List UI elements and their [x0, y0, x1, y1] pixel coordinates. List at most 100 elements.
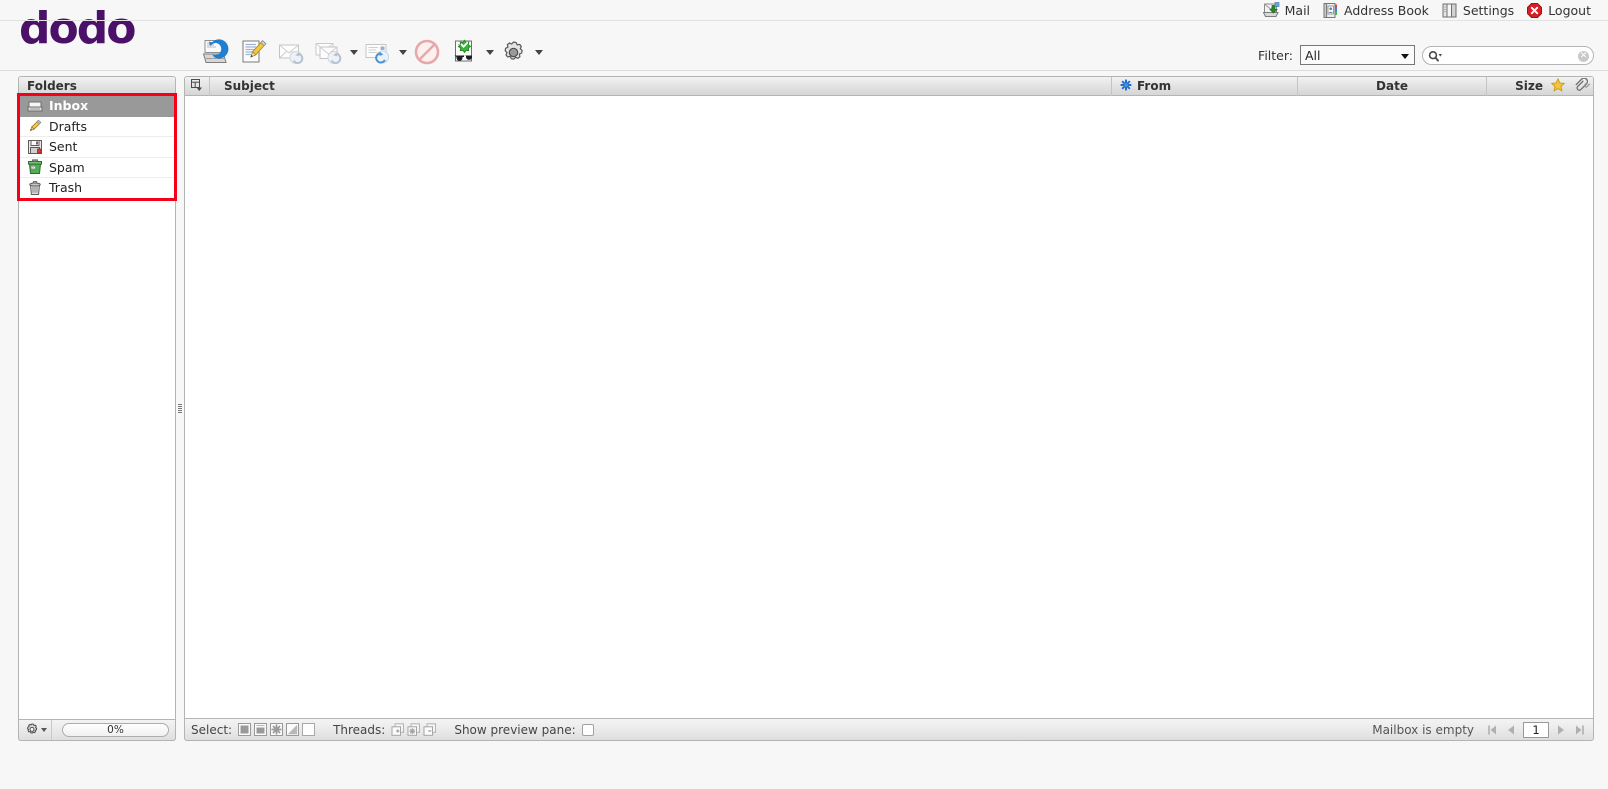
sent-disk-icon	[27, 139, 43, 155]
paperclip-icon	[1573, 77, 1590, 95]
last-page-button[interactable]	[1573, 722, 1587, 738]
thread-toggle-icon	[190, 78, 204, 95]
compose-button[interactable]	[234, 34, 272, 70]
next-page-button[interactable]	[1554, 722, 1568, 738]
sidebar-item-label: Inbox	[49, 98, 89, 114]
expand-all-icon[interactable]	[391, 723, 405, 736]
logout-icon	[1526, 2, 1543, 19]
threads-label: Threads:	[333, 722, 386, 737]
delete-button[interactable]	[408, 34, 446, 70]
mark-button[interactable]	[446, 34, 484, 70]
search-area: Filter: All ✕	[1258, 44, 1594, 66]
folder-panel: Folders Inbox Drafts Sent Spam Trash	[18, 76, 176, 741]
folder-actions-button[interactable]	[25, 720, 52, 740]
sidebar-item-label: Trash	[49, 180, 83, 196]
select-unread-icon[interactable]	[270, 723, 284, 736]
column-threads-toggle[interactable]	[185, 77, 209, 96]
taskbar-item-label: Settings	[1462, 2, 1515, 18]
first-page-button[interactable]	[1485, 722, 1499, 738]
thread-buttons-group	[391, 723, 437, 736]
mark-dropdown-arrow[interactable]	[484, 34, 495, 70]
taskbar-item-label: Address Book	[1344, 2, 1429, 18]
taskbar-item-logout[interactable]: Logout	[1523, 0, 1600, 20]
reply-all-button[interactable]	[310, 34, 348, 70]
column-date-label: Date	[1376, 79, 1408, 93]
message-list-header: Subject From Date Size	[185, 76, 1593, 96]
sidebar-item-drafts[interactable]: Drafts	[19, 116, 175, 137]
column-flag[interactable]	[1547, 77, 1569, 96]
message-count-status: Mailbox is empty	[1372, 722, 1474, 737]
inbox-tray-icon	[27, 98, 43, 114]
sidebar-item-label: Spam	[49, 159, 85, 175]
collapse-all-icon[interactable]	[423, 723, 437, 736]
column-size[interactable]: Size	[1487, 77, 1547, 96]
folder-items: Inbox Drafts Sent Spam Trash	[19, 96, 175, 199]
delete-prohibited-icon	[413, 38, 441, 66]
filter-select-value: All	[1305, 47, 1321, 63]
select-none-icon[interactable]	[302, 723, 316, 736]
column-attachment[interactable]	[1569, 77, 1593, 96]
search-field[interactable]: ✕	[1422, 45, 1594, 66]
taskbar: Mail Address Book Settings Logout	[1260, 0, 1600, 20]
select-all-icon[interactable]	[238, 723, 252, 736]
mail-toolbar	[196, 33, 544, 71]
prev-page-button[interactable]	[1504, 722, 1518, 738]
folder-panel-footer: 0%	[18, 719, 176, 741]
reply-all-dropdown-arrow[interactable]	[348, 34, 359, 70]
refresh-inbox-icon	[201, 38, 229, 66]
quota-text: 0%	[107, 724, 124, 736]
forward-dropdown-arrow[interactable]	[397, 34, 408, 70]
taskbar-divider	[0, 20, 1608, 21]
quota-indicator[interactable]: 0%	[62, 723, 169, 737]
taskbar-item-label: Mail	[1284, 2, 1311, 18]
column-size-label: Size	[1515, 79, 1543, 93]
star-flag-icon	[1550, 77, 1566, 95]
splitter-handle[interactable]	[178, 404, 182, 413]
chevron-down-icon	[1401, 54, 1409, 59]
app-logo: dodo	[19, 3, 136, 54]
forward-envelope-icon	[364, 38, 392, 66]
forward-button[interactable]	[359, 34, 397, 70]
sidebar-item-inbox[interactable]: Inbox	[19, 96, 175, 117]
message-list-statusbar: Select: Threads: Show preview pane: Mail…	[184, 719, 1594, 741]
select-invert-icon[interactable]	[286, 723, 300, 736]
more-actions-button[interactable]	[495, 34, 533, 70]
check-mail-button[interactable]	[196, 34, 234, 70]
message-list-panel: Subject From Date Size	[184, 76, 1594, 719]
clear-search-icon[interactable]: ✕	[1578, 50, 1589, 62]
expand-unread-icon[interactable]	[407, 723, 421, 736]
taskbar-item-settings[interactable]: Settings	[1438, 0, 1523, 20]
preview-pane-label: Show preview pane:	[454, 722, 576, 737]
sidebar-item-spam[interactable]: Spam	[19, 157, 175, 178]
filter-select[interactable]: All	[1300, 45, 1415, 65]
search-input[interactable]	[1443, 47, 1575, 63]
taskbar-item-address-book[interactable]: Address Book	[1319, 0, 1438, 20]
settings-icon	[1441, 2, 1458, 19]
mark-read-glasses-icon	[451, 38, 479, 66]
gear-icon	[25, 722, 39, 739]
trash-can-icon	[27, 180, 43, 196]
column-subject[interactable]: Subject	[210, 77, 1111, 96]
taskbar-item-mail[interactable]: Mail	[1260, 0, 1319, 20]
compose-pencil-icon	[239, 38, 267, 66]
filter-label: Filter:	[1258, 47, 1293, 63]
column-subject-label: Subject	[224, 79, 275, 93]
select-page-icon[interactable]	[254, 723, 268, 736]
taskbar-item-label: Logout	[1548, 2, 1591, 18]
reply-envelope-icon	[277, 38, 305, 66]
sidebar-item-trash[interactable]: Trash	[19, 178, 175, 199]
panel-splitter[interactable]	[178, 76, 182, 741]
message-list-body[interactable]	[185, 96, 1593, 718]
sort-asterisk-icon	[1120, 79, 1132, 94]
reply-button[interactable]	[272, 34, 310, 70]
select-label: Select:	[191, 722, 233, 737]
search-icon[interactable]	[1428, 50, 1443, 66]
sidebar-item-sent[interactable]: Sent	[19, 137, 175, 158]
column-from-label: From	[1137, 79, 1172, 93]
more-actions-dropdown-arrow[interactable]	[533, 34, 544, 70]
mail-icon	[1262, 1, 1280, 19]
column-date[interactable]: Date	[1298, 77, 1486, 96]
column-from[interactable]: From	[1112, 77, 1297, 96]
page-number-input[interactable]	[1523, 721, 1549, 738]
preview-pane-checkbox[interactable]	[581, 723, 594, 736]
